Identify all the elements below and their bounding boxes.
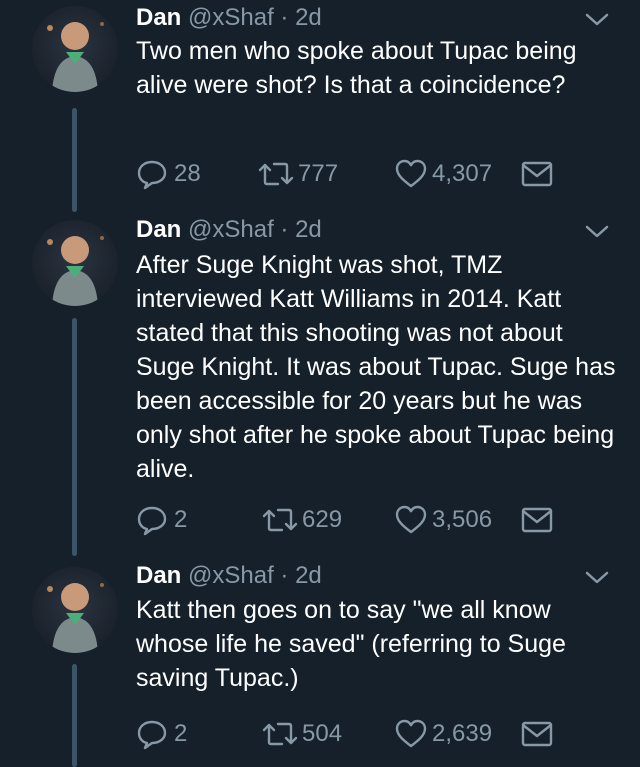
tweet-header: Dan @xShaf · 2d <box>136 216 322 244</box>
retweet-icon <box>262 508 298 532</box>
avatar[interactable] <box>32 6 118 92</box>
retweet-icon <box>258 162 294 186</box>
message-button[interactable] <box>520 157 554 191</box>
like-button[interactable]: 2,639 <box>394 717 492 751</box>
thread-line <box>72 664 77 767</box>
user-handle[interactable]: @xShaf <box>188 216 274 243</box>
reply-icon <box>137 506 167 536</box>
timestamp[interactable]: · 2d <box>280 4 321 31</box>
reply-icon <box>137 720 167 750</box>
like-count: 2,639 <box>432 720 493 747</box>
reply-icon <box>137 160 167 190</box>
tweet-text: After Suge Knight was shot, TMZ intervie… <box>136 251 616 483</box>
tweet-header: Dan @xShaf · 2d <box>136 562 322 590</box>
heart-icon <box>395 159 427 188</box>
heart-icon <box>395 505 427 534</box>
retweet-count: 777 <box>298 160 339 187</box>
thread-line <box>72 318 77 556</box>
like-button[interactable]: 3,506 <box>394 503 492 537</box>
message-button[interactable] <box>520 503 554 537</box>
envelope-icon <box>521 161 553 187</box>
reply-button[interactable]: 28 <box>136 157 201 191</box>
tweet-actions: 2 629 3,506 <box>136 503 596 537</box>
tweet-actions: 2 504 2,639 <box>136 717 596 751</box>
avatar[interactable] <box>32 220 118 306</box>
envelope-icon <box>521 721 553 747</box>
timestamp[interactable]: · 2d <box>280 216 321 243</box>
retweet-button[interactable]: 629 <box>260 503 342 537</box>
chevron-down-icon[interactable] <box>584 12 610 28</box>
reply-count: 2 <box>174 506 188 533</box>
like-count: 3,506 <box>432 506 493 533</box>
tweet-text: Katt then goes on to say "we all know wh… <box>136 596 566 692</box>
timestamp[interactable]: · 2d <box>280 562 321 589</box>
avatar[interactable] <box>32 567 118 653</box>
retweet-icon <box>262 722 298 746</box>
reply-button[interactable]: 2 <box>136 717 187 751</box>
chevron-down-icon[interactable] <box>584 570 610 586</box>
chevron-down-icon[interactable] <box>584 224 610 240</box>
reply-count: 2 <box>174 720 188 747</box>
display-name[interactable]: Dan <box>136 4 181 31</box>
like-count: 4,307 <box>432 160 493 187</box>
tweet-text: Two men who spoke about Tupac being aliv… <box>136 37 577 99</box>
retweet-button[interactable]: 504 <box>260 717 342 751</box>
heart-icon <box>395 719 427 748</box>
tweet-header: Dan @xShaf · 2d <box>136 4 322 32</box>
thread-line <box>72 108 77 212</box>
retweet-count: 629 <box>302 506 343 533</box>
like-button[interactable]: 4,307 <box>394 157 492 191</box>
reply-button[interactable]: 2 <box>136 503 187 537</box>
message-button[interactable] <box>520 717 554 751</box>
tweet-actions: 28 777 4,307 <box>136 157 596 191</box>
reply-count: 28 <box>174 160 201 187</box>
retweet-count: 504 <box>302 720 343 747</box>
display-name[interactable]: Dan <box>136 216 181 243</box>
retweet-button[interactable]: 777 <box>256 157 338 191</box>
user-handle[interactable]: @xShaf <box>188 4 274 31</box>
envelope-icon <box>521 507 553 533</box>
display-name[interactable]: Dan <box>136 562 181 589</box>
user-handle[interactable]: @xShaf <box>188 562 274 589</box>
